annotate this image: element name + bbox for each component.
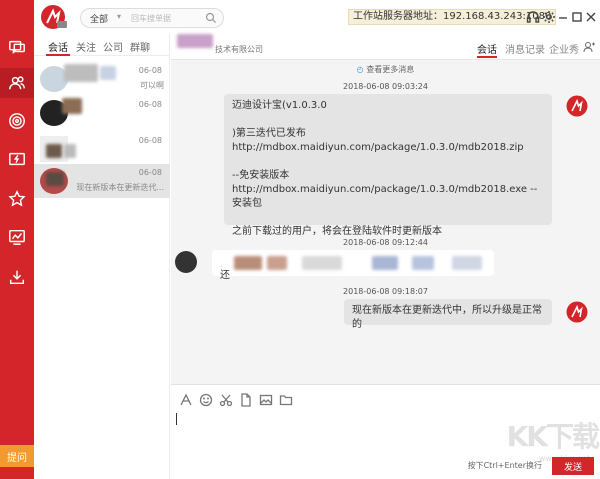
blurred-name bbox=[64, 144, 76, 158]
conversation-snippet: 现在新版本在更新迭代... bbox=[76, 183, 164, 192]
sender-avatar bbox=[566, 95, 588, 117]
tab-follow[interactable]: 关注 bbox=[76, 39, 96, 54]
chat-panel: 技术有限公司 会话 消息记录 企业秀 ◴ 查看更多消息 2018-06-08 0… bbox=[171, 34, 600, 479]
star-icon[interactable] bbox=[0, 184, 34, 214]
app-logo-icon bbox=[41, 5, 67, 29]
message-time: 2018-06-08 09:03:24 bbox=[343, 82, 428, 91]
list-tabs: 会话 关注 公司 群聊 bbox=[34, 34, 170, 56]
conversation-list: 会话 关注 公司 群聊 06-08 可以啊 06-08 06-08 06-08 … bbox=[34, 34, 170, 479]
blurred-text bbox=[302, 256, 342, 270]
blurred-contact-name bbox=[177, 34, 213, 48]
headset-icon[interactable] bbox=[526, 10, 540, 24]
maximize-icon[interactable] bbox=[570, 10, 584, 24]
scissors-icon[interactable] bbox=[219, 393, 233, 407]
gear-icon[interactable] bbox=[542, 10, 556, 24]
image-icon[interactable] bbox=[259, 393, 273, 407]
chat-header: 技术有限公司 会话 消息记录 企业秀 bbox=[171, 34, 600, 60]
file-icon[interactable] bbox=[239, 393, 253, 407]
conversation-time: 06-08 bbox=[138, 168, 162, 177]
text-cursor bbox=[176, 413, 177, 425]
load-more-label[interactable]: 查看更多消息 bbox=[366, 64, 414, 75]
list-item[interactable]: 06-08 bbox=[34, 96, 170, 130]
message-text: 还 bbox=[220, 270, 230, 281]
clock-icon: ◴ bbox=[356, 65, 364, 74]
close-icon[interactable] bbox=[584, 10, 598, 24]
blurred-text bbox=[372, 256, 398, 270]
conversation-snippet: 可以啊 bbox=[140, 81, 164, 90]
chat-icon[interactable] bbox=[0, 32, 34, 62]
list-item[interactable]: 06-08 bbox=[34, 132, 170, 166]
feedback-button[interactable]: 提问 bbox=[0, 445, 34, 467]
message-bubble: 现在新版本在更新迭代中，所以升级是正常的 bbox=[344, 299, 552, 330]
blurred-text bbox=[234, 256, 262, 270]
newline-hint: 按下Ctrl+Enter换行 bbox=[467, 461, 542, 470]
sender-avatar bbox=[566, 301, 588, 323]
blurred-name bbox=[62, 98, 82, 114]
user-add-icon[interactable] bbox=[583, 41, 595, 53]
contact-avatar bbox=[175, 251, 197, 273]
left-rail: 提问 bbox=[0, 0, 34, 479]
emoji-icon[interactable] bbox=[199, 393, 213, 407]
top-bar: 全部 ▾ 回车搜单据 工作站服务器地址：192.168.43.243:1080 bbox=[34, 0, 600, 34]
search-scope[interactable]: 全部 bbox=[90, 12, 108, 25]
conversation-time: 06-08 bbox=[138, 66, 162, 75]
tab-chat[interactable]: 会话 bbox=[477, 41, 497, 58]
conversation-time: 06-08 bbox=[138, 136, 162, 145]
send-button[interactable]: 发送 bbox=[552, 457, 594, 475]
blurred-name bbox=[46, 144, 62, 158]
watermark: KK下载 bbox=[506, 420, 600, 453]
message-bubble: 迈迪设计宝(v1.0.3.0 )第三迭代已发布 http://mdbox.mai… bbox=[224, 94, 552, 237]
contacts-icon[interactable] bbox=[0, 68, 34, 98]
blurred-text bbox=[452, 256, 482, 270]
blurred-text bbox=[267, 256, 287, 270]
font-icon[interactable] bbox=[179, 393, 193, 407]
tab-company[interactable]: 公司 bbox=[103, 39, 123, 54]
tab-history[interactable]: 消息记录 bbox=[505, 41, 545, 56]
message-input-area[interactable]: KK下载 www.kkx.net 按下Ctrl+Enter换行 发送 bbox=[171, 384, 600, 479]
blurred-text bbox=[412, 256, 434, 270]
search-icon[interactable] bbox=[205, 12, 217, 24]
tab-company-show[interactable]: 企业秀 bbox=[549, 41, 579, 56]
folder-icon[interactable] bbox=[279, 393, 293, 407]
blurred-name bbox=[64, 64, 98, 82]
minimize-icon[interactable] bbox=[556, 10, 570, 24]
chevron-down-icon[interactable]: ▾ bbox=[117, 12, 121, 21]
conversation-time: 06-08 bbox=[138, 100, 162, 109]
search-box[interactable]: 全部 ▾ 回车搜单据 bbox=[80, 8, 224, 28]
tab-sessions[interactable]: 会话 bbox=[46, 39, 70, 56]
search-input[interactable]: 回车搜单据 bbox=[131, 13, 171, 24]
target-icon[interactable] bbox=[0, 106, 34, 136]
list-item[interactable]: 06-08 可以啊 bbox=[34, 62, 170, 96]
message-bubble: 还 bbox=[212, 250, 494, 281]
company-name: 技术有限公司 bbox=[215, 45, 263, 54]
message-time: 2018-06-08 09:12:44 bbox=[343, 238, 428, 247]
lightning-card-icon[interactable] bbox=[0, 144, 34, 174]
tab-groups[interactable]: 群聊 bbox=[130, 39, 150, 54]
message-time: 2018-06-08 09:18:07 bbox=[343, 287, 428, 296]
download-icon[interactable] bbox=[0, 262, 34, 292]
cart-icon[interactable] bbox=[0, 222, 34, 252]
blurred-name bbox=[46, 172, 64, 186]
load-more[interactable]: ◴ 查看更多消息 bbox=[171, 64, 600, 75]
blurred-name bbox=[100, 66, 116, 80]
list-item-selected[interactable]: 06-08 现在新版本在更新迭代... bbox=[34, 164, 170, 198]
